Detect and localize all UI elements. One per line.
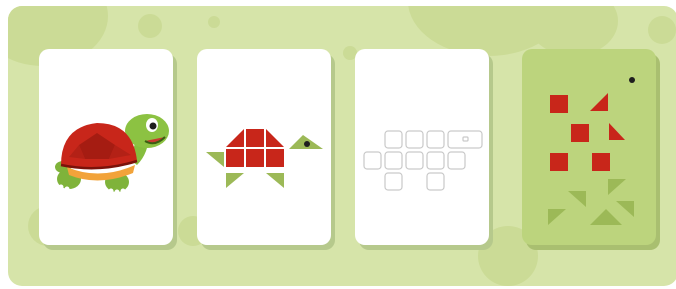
tangram-leg-green [226,173,244,188]
tangram-turtle-solution [206,129,323,188]
piece-triangle-green[interactable] [616,201,634,217]
background-bubble [648,16,676,44]
tangram-square-red [246,149,264,167]
piece-eye[interactable] [629,77,635,83]
scattered-tangram-pieces [548,77,635,225]
tangram-triangle-red [226,129,244,147]
turtle-toe [58,184,64,190]
piece-square-red[interactable] [592,153,610,171]
outline-slot [447,151,466,170]
piece-square-red[interactable] [571,124,589,142]
piece-triangle-green[interactable] [548,209,566,225]
outline-slot [384,151,403,170]
background-bubble [208,16,220,28]
background-bubble [138,14,162,38]
outline-slot [363,151,382,170]
tangram-outline-grid [363,130,483,191]
tangram-tail-green [206,152,224,167]
turtle-toe [64,186,70,192]
turtle-toe [114,189,120,195]
tangram-eye [304,141,310,147]
piece-square-red[interactable] [550,95,568,113]
card-picture[interactable] [39,49,173,245]
tangram-square-red [266,149,284,167]
turtle-toe [108,188,114,194]
game-board [8,6,676,286]
turtle-eye-pupil [149,122,157,130]
card-tangram-pieces[interactable] [522,49,656,245]
piece-triangle-red[interactable] [590,93,608,111]
outline-slot [426,172,445,191]
piece-triangle-red[interactable] [609,123,625,140]
outline-slots [363,130,483,191]
outline-eye-slot [462,136,469,142]
outline-slot [426,151,445,170]
tangram-square-red [246,129,264,147]
piece-head-green[interactable] [590,209,622,225]
piece-triangle-green[interactable] [608,179,626,195]
tangram-triangle-red [266,129,284,147]
outline-slot [384,130,403,149]
card-tangram-solution[interactable] [197,49,331,245]
turtle-toe [120,188,126,194]
tangram-leg-green [266,173,284,188]
outline-slot-head [447,130,483,149]
outline-slot [384,172,403,191]
outline-slot [405,130,424,149]
tangram-square-red [226,149,244,167]
piece-triangle-green[interactable] [568,191,586,207]
piece-square-red[interactable] [550,153,568,171]
card-tangram-outline[interactable] [355,49,489,245]
outline-slot [405,151,424,170]
turtle-illustration [55,114,169,195]
outline-slot [426,130,445,149]
